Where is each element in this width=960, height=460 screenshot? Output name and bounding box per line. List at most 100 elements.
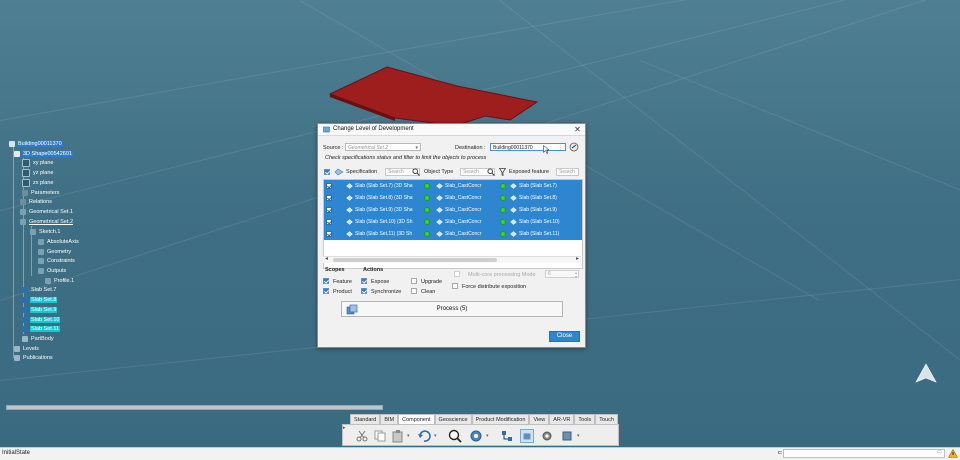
undo-icon[interactable] [417, 429, 431, 443]
slab-geometry[interactable] [325, 62, 545, 128]
row-checkbox[interactable] [326, 231, 332, 237]
spinner-arrows-icon[interactable]: ▴ ▾ [575, 271, 577, 279]
cut-icon[interactable] [355, 429, 369, 443]
row-checkbox[interactable] [326, 207, 332, 213]
copy-icon[interactable] [373, 429, 387, 443]
constraints-icon [38, 258, 44, 264]
multicore-spinner[interactable]: 6 ▴ ▾ [545, 270, 579, 278]
filter-icon[interactable] [499, 168, 506, 176]
tree-node-root[interactable]: Building00011370 [9, 140, 63, 148]
compass-icon[interactable] [912, 362, 940, 386]
tree-node-profile1[interactable]: Profile.1 [45, 277, 75, 285]
settings-icon[interactable] [469, 429, 483, 443]
tree-node-absolute-axis[interactable]: AbsoluteAxis [38, 238, 80, 246]
tree-node-sketch1[interactable]: Sketch.1 [30, 228, 61, 236]
column-specification[interactable]: Specification [346, 169, 377, 175]
close-button[interactable]: Close [549, 331, 580, 342]
row-checkbox[interactable] [326, 183, 332, 189]
chevron-right-icon[interactable]: ▸ [576, 255, 579, 262]
parameters-icon [22, 190, 28, 196]
clean-checkbox[interactable] [411, 288, 417, 294]
chevron-down-icon[interactable]: ▾ [434, 433, 437, 439]
chevron-down-icon[interactable]: ▾ [577, 433, 580, 439]
row-checkbox[interactable] [326, 219, 332, 225]
row-exposed-feature: Slab (Slab Set.7) [519, 183, 557, 189]
tree-node-geometry[interactable]: Geometry [38, 248, 72, 256]
tree-node-slab-set-7[interactable]: Slab Set.7 [22, 286, 57, 294]
process-button[interactable]: Process (5) [341, 301, 563, 317]
destination-combo[interactable]: Building00011370 ⋮ [490, 143, 566, 151]
tree-node-parameters[interactable]: Parameters [22, 189, 60, 197]
tree-node-xy-plane[interactable]: xy plane [22, 159, 55, 167]
tree-node-partbody[interactable]: PartBody [22, 335, 55, 343]
tree-node-yz-plane[interactable]: yz plane [22, 169, 55, 177]
axis-icon [38, 239, 44, 245]
column-exposed-feature[interactable]: Exposed feature [509, 169, 549, 175]
expose-checkbox[interactable] [361, 278, 367, 284]
feature-label: Feature [333, 279, 352, 285]
list-scrollbar[interactable]: ◂ ▸ [323, 256, 581, 263]
spec-filter-icon[interactable] [334, 168, 344, 176]
force-distribute-checkbox[interactable] [452, 283, 458, 289]
multicore-checkbox[interactable] [454, 271, 460, 277]
search-icon[interactable] [487, 168, 495, 176]
column-object-type[interactable]: Object Type [424, 169, 453, 175]
profile-icon [45, 278, 51, 284]
select-destination-icon[interactable] [569, 142, 579, 152]
gear-grid-icon[interactable] [540, 429, 554, 443]
tree-tool-icon[interactable] [500, 429, 514, 443]
table-row[interactable]: Slab (Slab Set.11) (3D Sh Slab_CastConcr S… [324, 228, 582, 240]
warning-icon[interactable] [948, 449, 958, 458]
table-row[interactable]: Slab (Slab Set.9) (3D Sha Slab_CastConcr S… [324, 204, 582, 216]
command-input[interactable] [783, 449, 945, 458]
chevron-left-icon[interactable]: ◂ [325, 255, 328, 262]
component-icon[interactable] [560, 429, 574, 443]
tree-node-slab-set-9[interactable]: Slab Set.9 [22, 306, 58, 314]
upgrade-label: Upgrade [421, 279, 443, 285]
tree-node-shape[interactable]: 3D Shape00542601 [14, 150, 73, 158]
upgrade-checkbox[interactable] [411, 278, 417, 284]
row-exposed-feature: Slab (Slab Set.11) [519, 231, 560, 237]
chevron-down-icon[interactable]: ▾ [486, 433, 489, 439]
row-object-type: Slab_CastConcr [445, 207, 482, 213]
type-icon [436, 207, 443, 213]
row-checkbox[interactable] [326, 195, 332, 201]
product-label: Product [333, 289, 352, 295]
tree-node-levels[interactable]: Levels [14, 345, 40, 353]
tree-node-slab-set-11[interactable]: Slab Set.11 [22, 325, 61, 333]
tree-node-zx-plane[interactable]: zx plane [22, 179, 55, 187]
status-text: InitialState [2, 450, 31, 456]
toolbar-expand-icon[interactable]: ▸ [343, 425, 346, 431]
synchronize-checkbox[interactable] [361, 288, 367, 294]
tree-node-outputs[interactable]: Outputs [38, 267, 67, 275]
zoom-icon[interactable] [448, 429, 462, 443]
expand-icon[interactable]: ▭ [937, 449, 942, 455]
feature-checkbox[interactable] [323, 278, 329, 284]
tree-node-slab-set-8[interactable]: Slab Set.8 [22, 296, 58, 304]
source-combo[interactable]: Geometrical Set.2 ▾ [345, 143, 421, 151]
tree-node-publications[interactable]: Publications [14, 354, 54, 362]
close-icon[interactable]: ✕ [573, 125, 582, 134]
process-button-label: Process (5) [436, 306, 468, 312]
tree-node-relations[interactable]: Relations [20, 198, 53, 206]
paste-icon[interactable] [391, 429, 405, 443]
geometry-icon [38, 249, 44, 255]
dialog-title-bar[interactable]: Change Level of Development ✕ [318, 124, 585, 136]
exposed-feature-search[interactable]: Search [556, 168, 579, 176]
tree-node-slab-set-10[interactable]: Slab Set.10 [22, 316, 61, 324]
plane-icon [22, 169, 30, 177]
row-exposed-feature: Slab (Slab Set.10) [519, 219, 560, 225]
product-checkbox[interactable] [323, 288, 329, 294]
tree-node-constraints[interactable]: Constraints [38, 257, 76, 265]
table-row[interactable]: Slab (Slab Set.7) (3D Sha Slab_CastConcr S… [324, 180, 582, 192]
chevron-down-icon[interactable]: ▾ [407, 433, 410, 439]
scroll-thumb[interactable] [333, 258, 497, 262]
table-row[interactable]: Slab (Slab Set.8) (3D Sha Slab_CastConcr S… [324, 192, 582, 204]
tree-node-geoset1[interactable]: Geometrical Set.1 [20, 208, 74, 216]
search-icon[interactable] [412, 168, 420, 176]
change-lod-icon[interactable] [520, 429, 534, 443]
table-row[interactable]: Slab (Slab Set.10) (3D Sh Slab_CastConcr S… [324, 216, 582, 228]
select-all-checkbox[interactable] [324, 169, 330, 175]
tree-node-geoset2[interactable]: Geometrical Set.2 [20, 218, 74, 226]
viewport-horizontal-scrollbar[interactable] [6, 405, 383, 410]
